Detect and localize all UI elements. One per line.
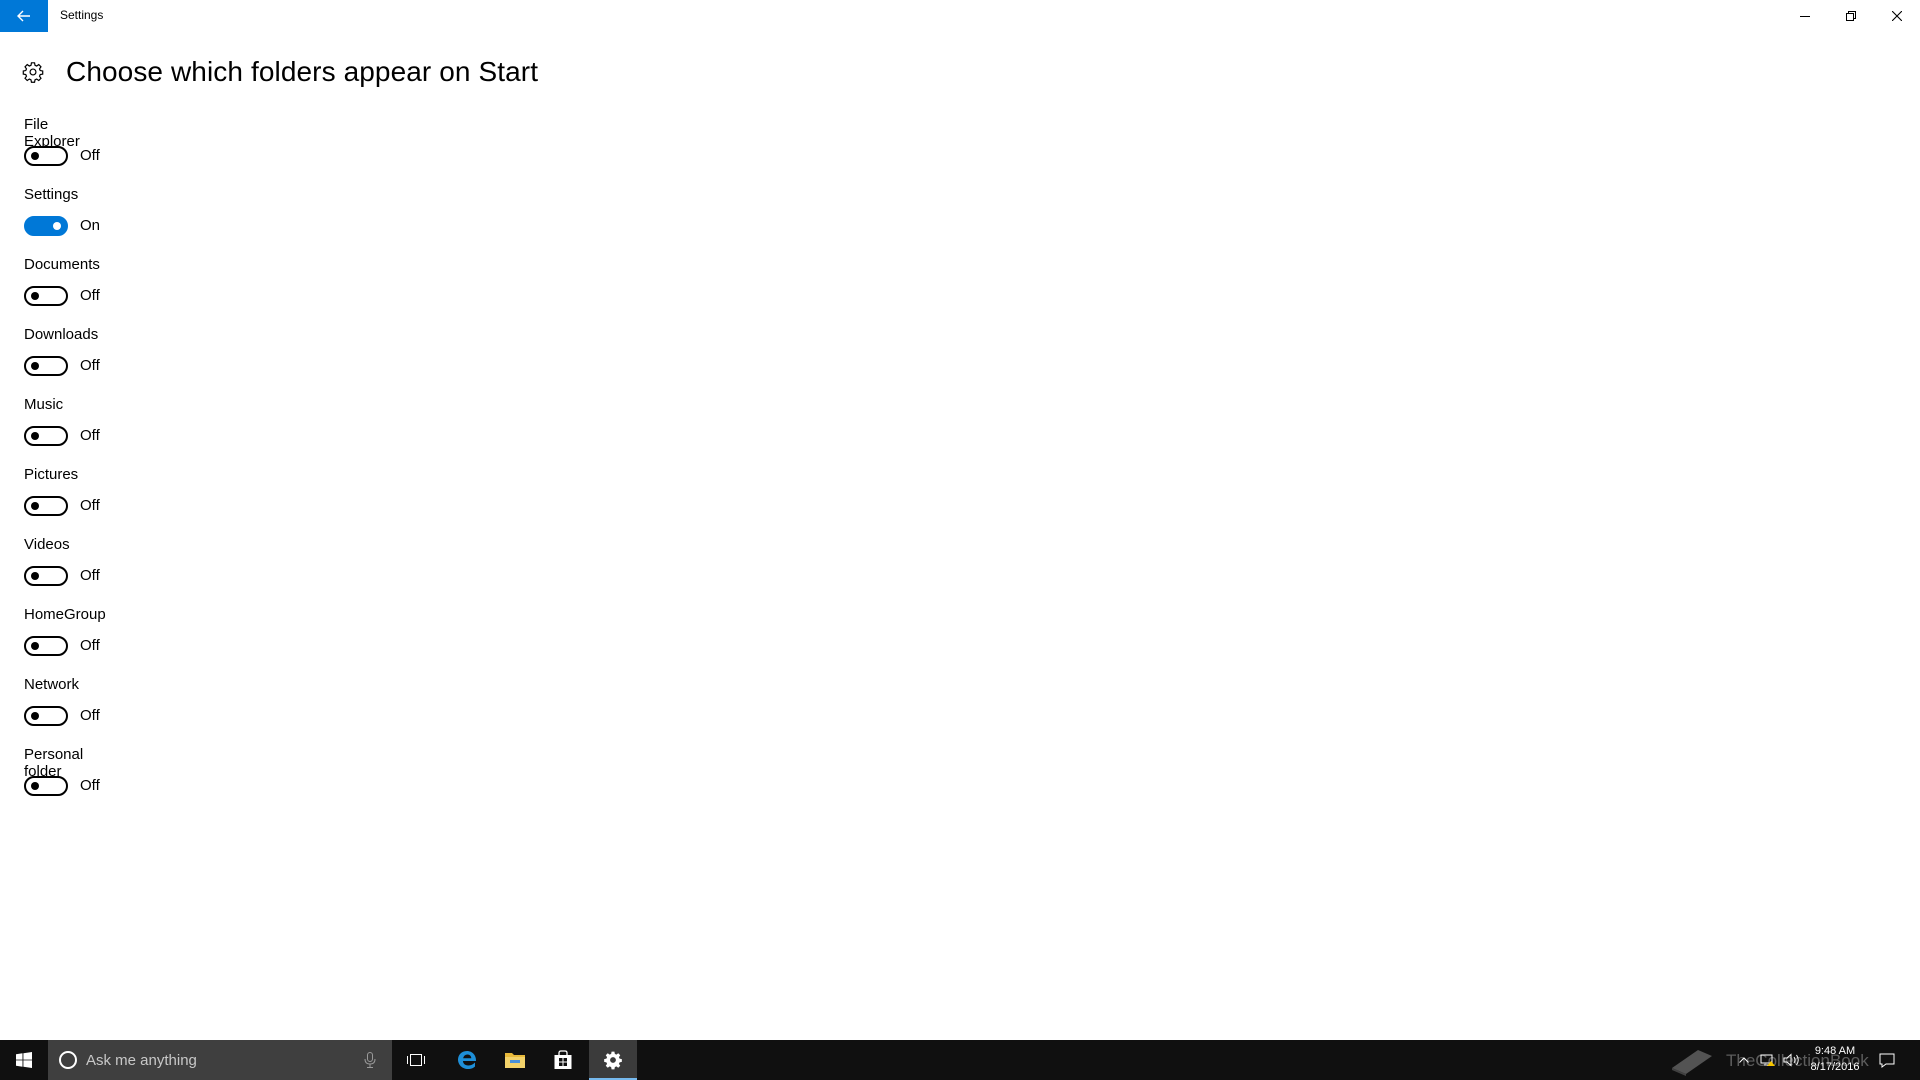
downloads-switch[interactable] [24,356,68,376]
book-icon [1672,1050,1712,1076]
switch-state-text: Off [80,707,100,724]
file-explorer-taskbar-button[interactable] [491,1040,539,1080]
switch-knob [31,642,39,650]
switch-state-text: Off [80,567,100,584]
store-icon [554,1050,572,1069]
music-switch[interactable] [24,426,68,446]
gear-icon [22,62,44,83]
toggle-label: Personal folder [24,746,84,780]
personal-folder-switch[interactable] [24,776,68,796]
toggle-label: Downloads [24,326,99,343]
title-bar: Settings [0,0,1920,32]
toggle-label: File Explorer [24,116,80,150]
close-icon [1892,11,1902,21]
switch-knob [53,222,61,230]
search-placeholder: Ask me anything [86,1052,197,1069]
toggle-label: HomeGroup [24,606,106,623]
switch-state-text: Off [80,497,100,514]
start-button[interactable] [0,1040,48,1080]
switch-state-text: Off [80,357,100,374]
switch-knob [31,712,39,720]
switch-state-text: Off [80,147,100,164]
clock-time: 9:48 AM [1814,1045,1856,1057]
volume-tray-button[interactable] [1780,1040,1804,1080]
network-switch[interactable] [24,706,68,726]
toggle-label: Network [24,676,80,693]
taskbar: Ask me anything TheCollectionBook 9:48 A… [0,1040,1920,1080]
network-tray-button[interactable] [1756,1040,1780,1080]
toggle-label: Pictures [24,466,79,483]
switch-knob [31,782,39,790]
clock[interactable]: 9:48 AM 8/17/2016 [1806,1043,1864,1075]
file-explorer-icon [505,1053,525,1068]
switch-knob [31,152,39,160]
settings-switch[interactable] [24,216,68,236]
microphone-icon[interactable] [364,1052,376,1068]
back-button[interactable] [0,0,48,32]
homegroup-switch[interactable] [24,636,68,656]
app-title: Settings [60,8,104,22]
windows-logo-icon [16,1052,32,1068]
cortana-search-box[interactable]: Ask me anything [48,1040,392,1080]
videos-switch[interactable] [24,566,68,586]
settings-taskbar-button[interactable] [589,1040,637,1080]
arrow-left-icon [17,10,30,22]
switch-state-text: Off [80,427,100,444]
switch-knob [31,432,39,440]
file-explorer-switch[interactable] [24,146,68,166]
edge-taskbar-button[interactable] [443,1040,491,1080]
page-header: Choose which folders appear on Start [22,52,538,92]
pictures-switch[interactable] [24,496,68,516]
toggle-label: Documents [24,256,100,273]
switch-state-text: Off [80,637,100,654]
edge-icon [458,1051,477,1069]
network-icon [1760,1054,1775,1066]
show-hidden-icons-button[interactable] [1732,1040,1756,1080]
minimize-button[interactable] [1782,0,1828,32]
minimize-icon [1800,16,1810,17]
switch-knob [31,362,39,370]
cortana-circle-icon [59,1051,77,1069]
switch-knob [31,502,39,510]
action-center-icon [1879,1053,1895,1068]
switch-knob [31,292,39,300]
toggle-label: Music [24,396,64,413]
toggle-label: Settings [24,186,79,203]
action-center-button[interactable] [1872,1040,1902,1080]
switch-knob [31,572,39,580]
chevron-up-icon [1739,1057,1749,1063]
toggle-label: Videos [24,536,70,553]
task-view-button[interactable] [392,1040,440,1080]
close-button[interactable] [1874,0,1920,32]
volume-icon [1783,1053,1799,1067]
task-view-icon [407,1054,425,1066]
page-title: Choose which folders appear on Start [66,56,539,87]
restore-button[interactable] [1828,0,1874,32]
switch-state-text: Off [80,287,100,304]
switch-state-text: On [80,217,101,234]
documents-switch[interactable] [24,286,68,306]
clock-date: 8/17/2016 [1810,1061,1860,1073]
settings-gear-icon [604,1051,622,1070]
switch-state-text: Off [80,777,100,794]
restore-icon [1846,11,1856,21]
store-taskbar-button[interactable] [539,1040,587,1080]
